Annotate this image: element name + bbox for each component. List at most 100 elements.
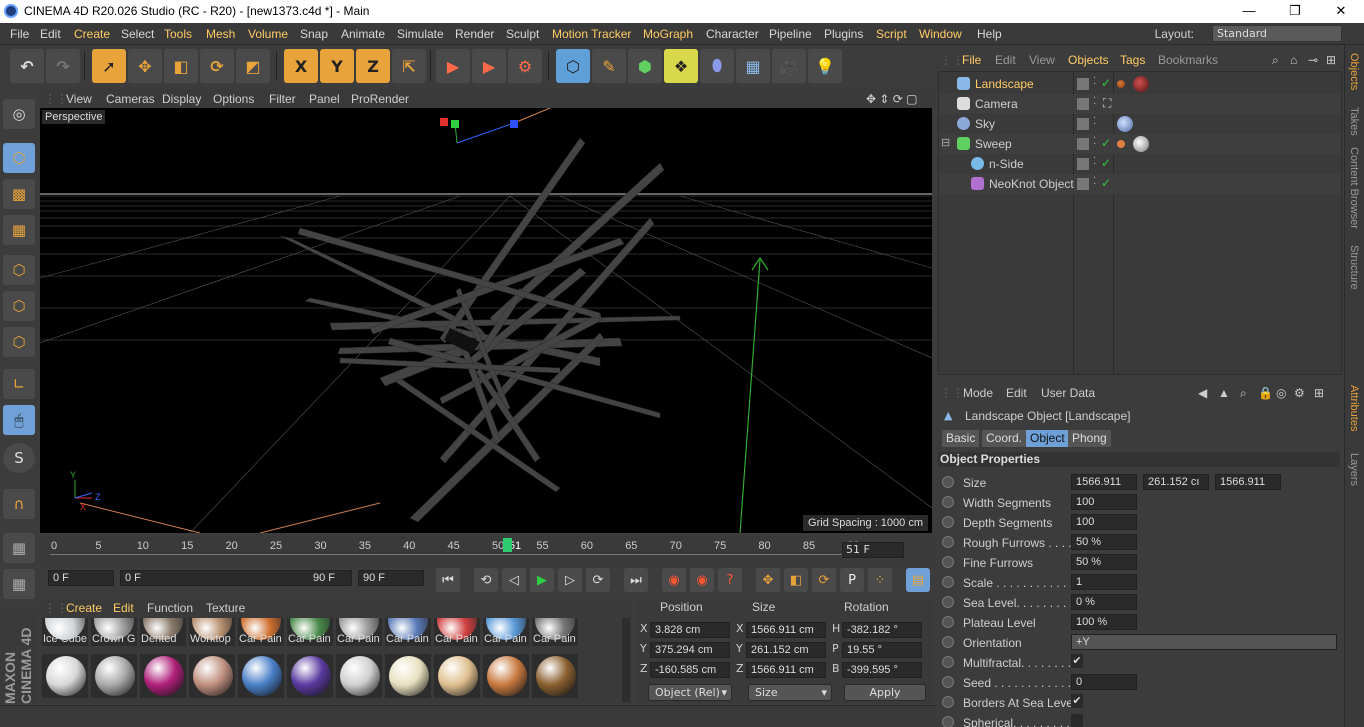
- menu-pipeline[interactable]: Pipeline: [769, 27, 812, 41]
- points-mode-icon[interactable]: ⬡: [3, 255, 35, 285]
- side-tab-structure[interactable]: Structure: [1348, 245, 1360, 290]
- timeline[interactable]: 05101520253035404550515560657075808590 5…: [40, 536, 936, 566]
- x-axis-lock-icon[interactable]: X: [284, 49, 318, 83]
- minimize-icon[interactable]: —: [1226, 0, 1272, 23]
- previous-frame-icon[interactable]: ◁: [502, 568, 526, 592]
- material-swatch[interactable]: Car Pain: [336, 618, 382, 646]
- side-tab-content-browser[interactable]: Content Browser: [1348, 147, 1360, 229]
- object-row[interactable]: n-Side ⁚ ✓: [939, 154, 1341, 174]
- material-tag-icon[interactable]: [1133, 76, 1149, 92]
- phong-tag-icon[interactable]: [1117, 80, 1125, 88]
- object-name[interactable]: Landscape: [975, 77, 1034, 91]
- object-menu-tags[interactable]: Tags: [1120, 53, 1145, 67]
- object-row[interactable]: Sweep ⁚ ✓ ⊟: [939, 134, 1341, 154]
- object-menu-objects[interactable]: Objects: [1068, 53, 1109, 67]
- animate-radio-icon[interactable]: [942, 636, 954, 648]
- planar-workplane-icon[interactable]: ▦: [3, 569, 35, 599]
- material-swatch[interactable]: Dented: [140, 618, 186, 646]
- camera-icon[interactable]: 🎥: [772, 49, 806, 83]
- size-field[interactable]: 1566.911: [1071, 474, 1137, 490]
- perspective-viewport[interactable]: Y X Z Perspective Grid Spacing : 1000 cm: [40, 108, 932, 533]
- object-row[interactable]: Sky ⁚: [939, 114, 1341, 134]
- close-icon[interactable]: ✕: [1318, 0, 1364, 23]
- render-settings-icon[interactable]: ⚙: [508, 49, 542, 83]
- record-scale-icon[interactable]: ◧: [784, 568, 808, 592]
- size-field[interactable]: 1566.911: [1215, 474, 1281, 490]
- layer-flag-icon[interactable]: [1077, 78, 1089, 90]
- material-menu-create[interactable]: Create: [66, 601, 102, 615]
- object-row[interactable]: Camera ⁚ ⛶: [939, 94, 1341, 114]
- auto-key-icon[interactable]: ◉: [690, 568, 714, 592]
- enabled-check-icon[interactable]: ✓: [1101, 76, 1111, 90]
- coordinate-mode-dropdown[interactable]: Object (Rel) ▾: [648, 684, 732, 701]
- tab-object[interactable]: Object: [1026, 430, 1069, 447]
- property-checkbox[interactable]: [1071, 714, 1083, 727]
- material-swatch[interactable]: [532, 654, 578, 698]
- attribute-menu-edit[interactable]: Edit: [1006, 386, 1027, 400]
- target-icon[interactable]: ◎: [1276, 386, 1286, 400]
- light-icon[interactable]: 💡: [808, 49, 842, 83]
- material-swatch[interactable]: [385, 654, 431, 698]
- material-swatch[interactable]: Car Pain: [483, 618, 529, 646]
- size-mode-dropdown[interactable]: Size ▾: [748, 684, 832, 701]
- record-keys-icon[interactable]: ◉: [662, 568, 686, 592]
- material-menu-texture[interactable]: Texture: [206, 601, 245, 615]
- visibility-dots-icon[interactable]: ⁚: [1093, 176, 1096, 187]
- snap-icon[interactable]: S: [3, 443, 35, 473]
- material-swatch[interactable]: Ice Cube: [42, 618, 88, 646]
- texture-mode-icon[interactable]: ▩: [3, 179, 35, 209]
- render-view-icon[interactable]: ▶: [436, 49, 470, 83]
- go-to-end-icon[interactable]: ⏭: [624, 568, 648, 592]
- animate-radio-icon[interactable]: [942, 676, 954, 688]
- material-swatch[interactable]: [42, 654, 88, 698]
- tab-basic[interactable]: Basic: [942, 430, 980, 447]
- cloner-icon[interactable]: ❖: [664, 49, 698, 83]
- property-checkbox[interactable]: ✔: [1071, 694, 1083, 708]
- position-field[interactable]: 375.294 cm: [650, 642, 730, 658]
- redo-icon[interactable]: ↷: [46, 49, 80, 83]
- y-axis-lock-icon[interactable]: Y: [320, 49, 354, 83]
- z-axis-lock-icon[interactable]: Z: [356, 49, 390, 83]
- object-menu-edit[interactable]: Edit: [995, 53, 1016, 67]
- property-field[interactable]: 50 %: [1071, 554, 1137, 570]
- property-field[interactable]: 0: [1071, 674, 1137, 690]
- menu-snap[interactable]: Snap: [300, 27, 328, 41]
- viewport-menu-panel[interactable]: Panel: [309, 92, 340, 106]
- record-parameter-icon[interactable]: P: [840, 568, 864, 592]
- polygons-mode-icon[interactable]: ⬡: [3, 327, 35, 357]
- layer-flag-icon[interactable]: [1077, 98, 1089, 110]
- range-slider[interactable]: 0 F 90 F: [120, 570, 352, 586]
- material-swatch[interactable]: Crown G: [91, 618, 137, 646]
- menu-simulate[interactable]: Simulate: [397, 27, 444, 41]
- animate-radio-icon[interactable]: [942, 596, 954, 608]
- object-row[interactable]: NeoKnot Object ⁚ ✓: [939, 174, 1341, 194]
- object-menu-view[interactable]: View: [1029, 53, 1055, 67]
- current-frame-field[interactable]: 51 F: [842, 542, 904, 558]
- material-swatch[interactable]: [238, 654, 284, 698]
- rotate-icon[interactable]: ⟳: [200, 49, 234, 83]
- animate-radio-icon[interactable]: [942, 496, 954, 508]
- animate-radio-icon[interactable]: [942, 616, 954, 628]
- material-swatch[interactable]: Car Pain: [385, 618, 431, 646]
- model-mode-icon[interactable]: ⬡: [3, 143, 35, 173]
- scale-icon[interactable]: ◧: [164, 49, 198, 83]
- cube-primitive-icon[interactable]: ⬡: [556, 49, 590, 83]
- search-icon[interactable]: ⌕: [1272, 53, 1279, 68]
- material-swatch[interactable]: Car Pain: [238, 618, 284, 646]
- apply-button[interactable]: Apply: [844, 684, 926, 701]
- material-swatch[interactable]: Car Pain: [287, 618, 333, 646]
- previous-key-icon[interactable]: ⟲: [474, 568, 498, 592]
- coordinate-system-icon[interactable]: ⇱: [392, 49, 426, 83]
- visibility-dots-icon[interactable]: ⁚: [1093, 96, 1096, 107]
- material-swatch[interactable]: Car Pain: [532, 618, 578, 646]
- animate-radio-icon[interactable]: [942, 556, 954, 568]
- visibility-dots-icon[interactable]: ⁚: [1093, 76, 1096, 87]
- menu-mograph[interactable]: MoGraph: [643, 27, 693, 41]
- animate-radio-icon[interactable]: [942, 696, 954, 708]
- viewport-menu-cameras[interactable]: Cameras: [106, 92, 155, 106]
- gizmo-x-handle[interactable]: [440, 118, 448, 126]
- subdivision-surface-icon[interactable]: ⬢: [628, 49, 662, 83]
- pen-spline-icon[interactable]: ✎: [592, 49, 626, 83]
- menu-tools[interactable]: Tools: [164, 27, 192, 41]
- locked-workplane-icon[interactable]: ▦: [3, 533, 35, 563]
